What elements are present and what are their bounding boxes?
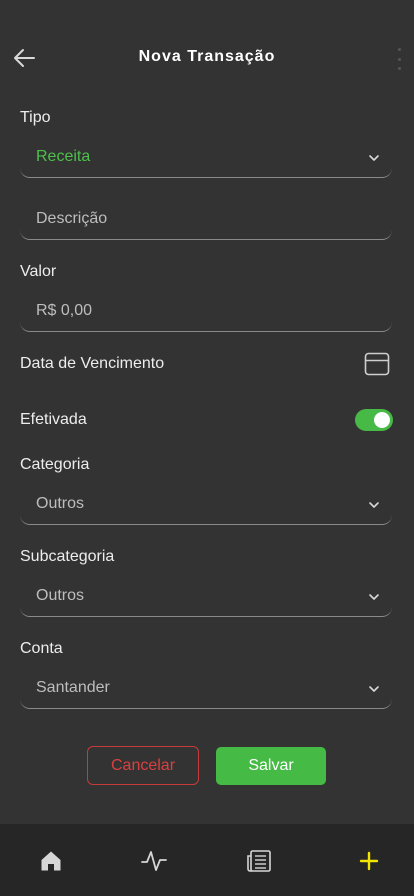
more-options-icon[interactable] bbox=[395, 48, 403, 70]
activity-icon bbox=[141, 851, 167, 871]
tipo-label: Tipo bbox=[20, 109, 51, 126]
save-button[interactable]: Salvar bbox=[216, 747, 326, 785]
plus-icon bbox=[359, 851, 379, 871]
valor-placeholder: R$ 0,00 bbox=[36, 302, 93, 319]
nav-add[interactable] bbox=[356, 848, 382, 874]
conta-select[interactable]: Santander bbox=[20, 669, 392, 709]
conta-value: Santander bbox=[36, 679, 110, 696]
efetivada-toggle[interactable] bbox=[355, 409, 393, 431]
toggle-knob bbox=[374, 412, 390, 428]
subcategoria-value: Outros bbox=[36, 587, 85, 604]
vencimento-label: Data de Vencimento bbox=[20, 355, 165, 372]
page-title: Nova Transação bbox=[138, 48, 276, 65]
tipo-select[interactable]: Receita bbox=[20, 138, 392, 178]
categoria-label: Categoria bbox=[20, 456, 90, 473]
categoria-value: Outros bbox=[36, 495, 85, 512]
chevron-down-icon bbox=[369, 502, 379, 508]
valor-label: Valor bbox=[20, 263, 57, 280]
tipo-value: Receita bbox=[36, 148, 91, 165]
categoria-select[interactable]: Outros bbox=[20, 485, 392, 525]
newspaper-icon bbox=[247, 850, 271, 872]
descricao-input[interactable]: Descrição bbox=[20, 200, 392, 240]
subcategoria-label: Subcategoria bbox=[20, 548, 115, 565]
nav-reports[interactable] bbox=[246, 848, 272, 874]
cancel-button[interactable]: Cancelar bbox=[87, 746, 199, 785]
bottom-navigation bbox=[0, 824, 414, 896]
app-header: Nova Transação bbox=[0, 0, 414, 110]
nav-home[interactable] bbox=[38, 848, 64, 874]
chevron-down-icon bbox=[369, 155, 379, 161]
calendar-icon bbox=[364, 352, 390, 376]
subcategoria-select[interactable]: Outros bbox=[20, 577, 392, 617]
descricao-placeholder: Descrição bbox=[36, 210, 108, 227]
efetivada-label: Efetivada bbox=[20, 411, 87, 428]
home-icon bbox=[41, 851, 61, 871]
valor-input[interactable]: R$ 0,00 bbox=[20, 292, 392, 332]
conta-label: Conta bbox=[20, 640, 63, 657]
chevron-down-icon bbox=[369, 686, 379, 692]
nav-activity[interactable] bbox=[141, 848, 167, 874]
chevron-down-icon bbox=[369, 594, 379, 600]
calendar-button[interactable] bbox=[364, 352, 390, 376]
